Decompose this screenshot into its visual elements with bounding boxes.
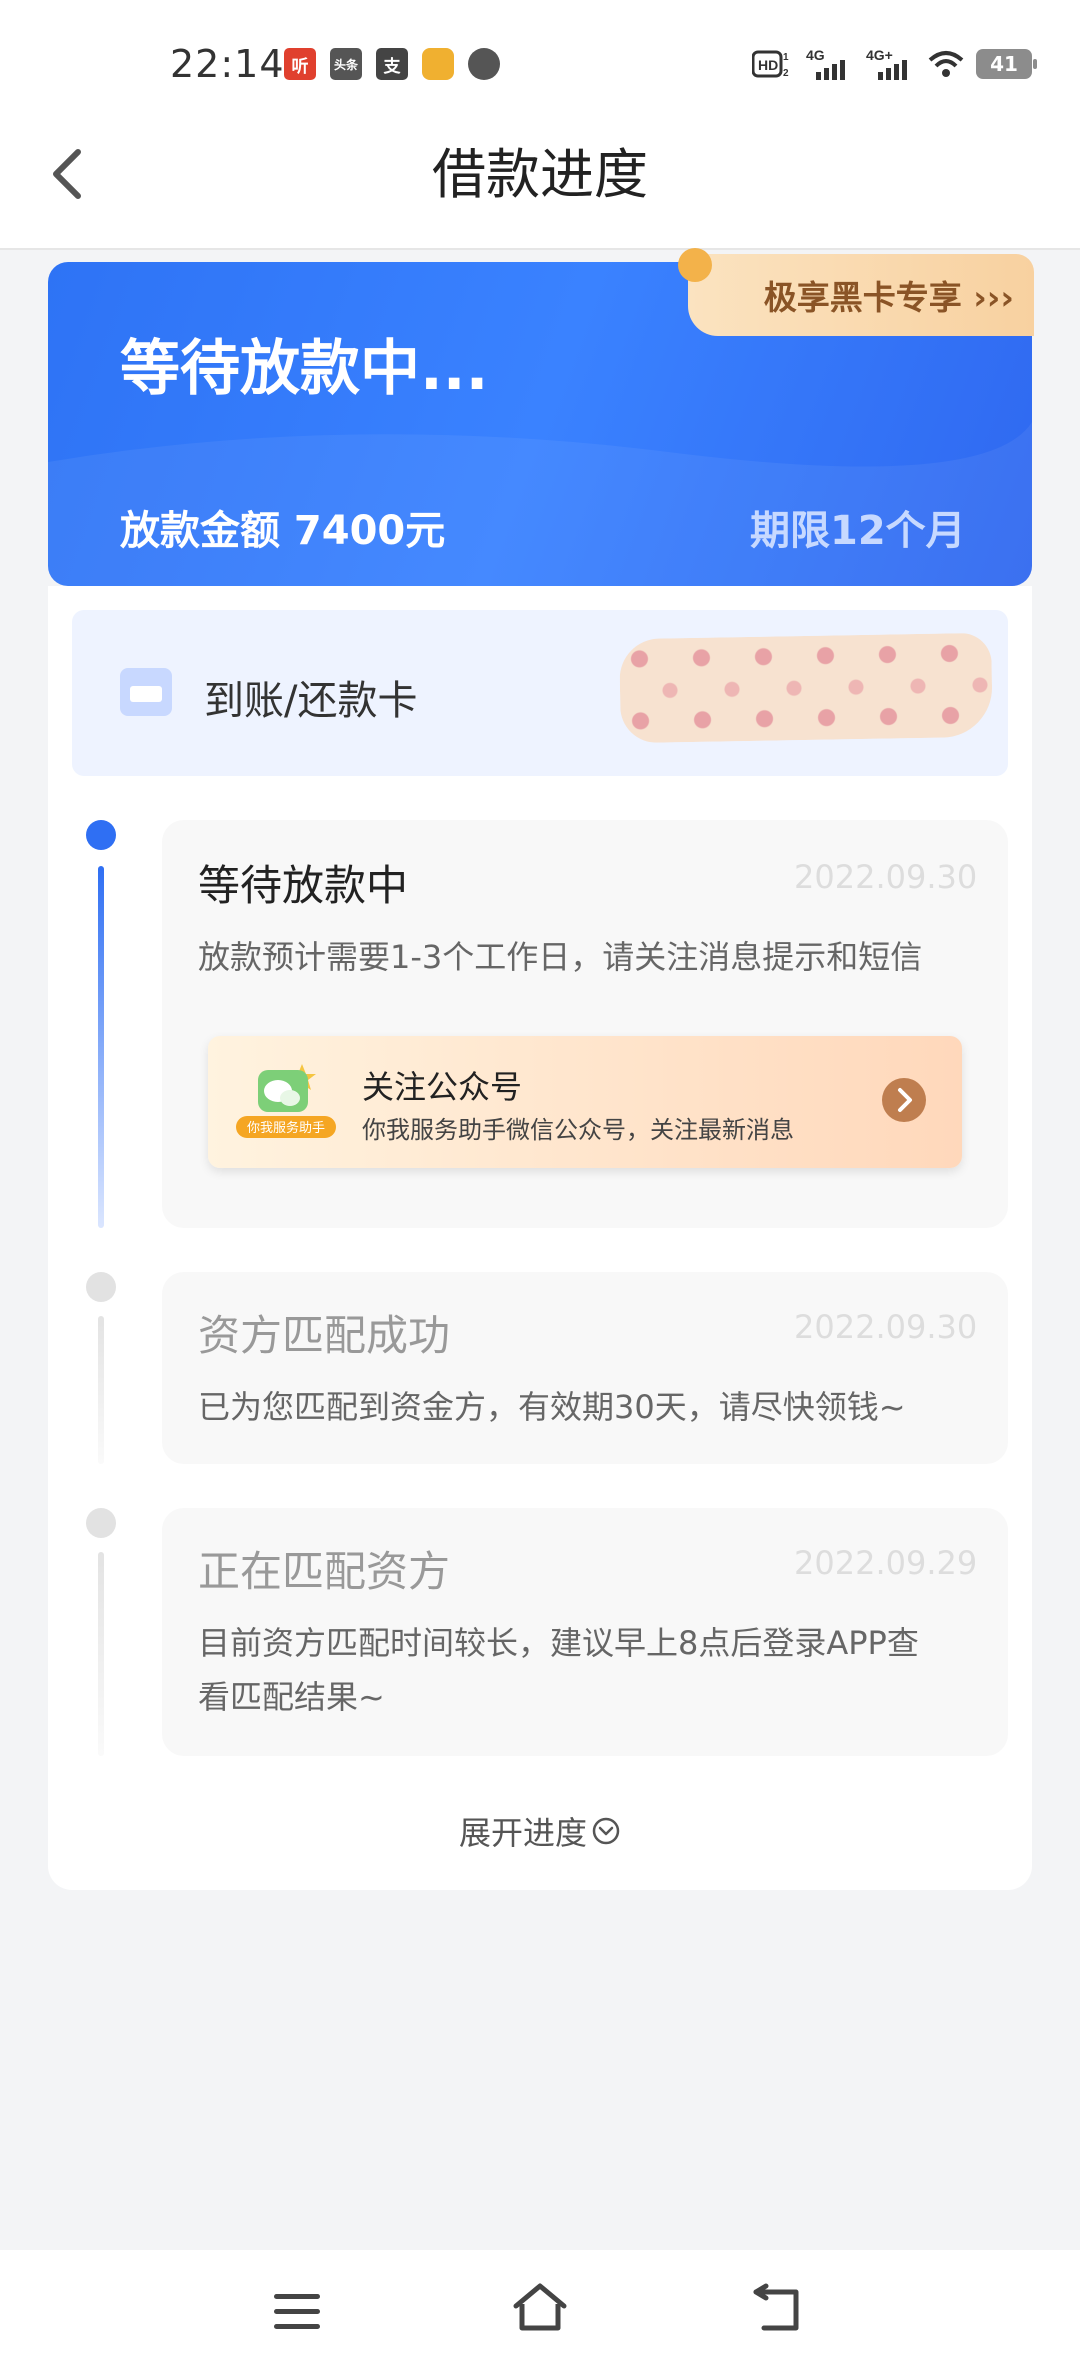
bank-card-icon xyxy=(120,668,172,716)
timeline-dot-active xyxy=(86,820,116,850)
crown-icon xyxy=(678,248,712,282)
step-2-date: 2022.09.30 xyxy=(794,1308,978,1346)
ting-app-icon: 听 xyxy=(284,48,316,80)
chevron-right-icon[interactable] xyxy=(882,1078,926,1122)
step-3-description-line1: 目前资方匹配时间较长，建议早上8点后登录APP查 xyxy=(198,1624,919,1662)
menu-icon[interactable] xyxy=(272,2290,322,2338)
step-1-date: 2022.09.30 xyxy=(794,858,978,896)
expand-progress-button[interactable]: 展开进度 xyxy=(0,1808,1080,1854)
status-time: 22:14 xyxy=(170,42,285,86)
battery-icon: 41 xyxy=(976,49,1037,79)
chevron-down-circle-icon xyxy=(592,1817,620,1845)
home-icon[interactable] xyxy=(510,2280,570,2340)
step-2-title: 资方匹配成功 xyxy=(198,1311,451,1360)
compass-app-icon xyxy=(468,48,500,80)
svg-text:HD: HD xyxy=(758,57,778,73)
svg-text:1: 1 xyxy=(783,52,789,63)
svg-text:2: 2 xyxy=(783,68,789,79)
back-nav-icon[interactable] xyxy=(752,2282,808,2340)
step-1-title: 等待放款中 xyxy=(198,861,409,910)
timeline-line xyxy=(98,1316,104,1464)
timeline-dot-inactive xyxy=(86,1508,116,1538)
timeline-dot-inactive xyxy=(86,1272,116,1302)
battery-indicator: 41 xyxy=(976,46,1037,82)
svg-text:你我服务助手: 你我服务助手 xyxy=(247,1120,325,1136)
wechat-card-subtitle: 你我服务助手微信公众号，关注最新消息 xyxy=(362,1116,794,1144)
hd-icon: HD 1 2 xyxy=(752,46,792,82)
expand-progress-label: 展开进度 xyxy=(458,1814,587,1852)
step-3-title: 正在匹配资方 xyxy=(198,1547,451,1596)
loan-term: 期限12个月 xyxy=(750,508,966,554)
page-title: 借款进度 xyxy=(432,143,648,206)
timeline-step-2 xyxy=(162,1272,1008,1464)
black-card-badge[interactable]: 极享黑卡专享 ››› xyxy=(678,248,1034,336)
wifi-icon xyxy=(926,46,966,82)
step-3-description-line2: 看匹配结果~ xyxy=(198,1678,385,1716)
black-card-label: 极享黑卡专享 ››› xyxy=(763,278,1014,317)
timeline-line xyxy=(98,866,104,1228)
loan-amount: 放款金额 7400元 xyxy=(120,508,446,554)
wechat-assistant-logo: 你我服务助手 xyxy=(232,1058,342,1142)
timeline-line xyxy=(98,1552,104,1756)
step-2-description: 已为您匹配到资金方，有效期30天，请尽快领钱~ xyxy=(198,1388,906,1426)
step-3-date: 2022.09.29 xyxy=(794,1544,978,1582)
bank-card-label: 到账/还款卡 xyxy=(204,678,418,724)
svg-text:4G: 4G xyxy=(806,47,825,63)
alipay-app-icon: 支 xyxy=(376,48,408,80)
game-app-icon xyxy=(422,48,454,80)
wechat-card-title: 关注公众号 xyxy=(362,1068,523,1106)
masked-card-number xyxy=(619,632,993,744)
svg-text:4G+: 4G+ xyxy=(866,47,893,63)
loan-status-title: 等待放款中... xyxy=(120,334,489,404)
signal-1-icon: 4G xyxy=(806,46,856,82)
step-1-description: 放款预计需要1-3个工作日，请关注消息提示和短信 xyxy=(198,938,923,976)
toutiao-app-icon: 头条 xyxy=(330,48,362,80)
signal-2-icon: 4G+ xyxy=(866,46,920,82)
